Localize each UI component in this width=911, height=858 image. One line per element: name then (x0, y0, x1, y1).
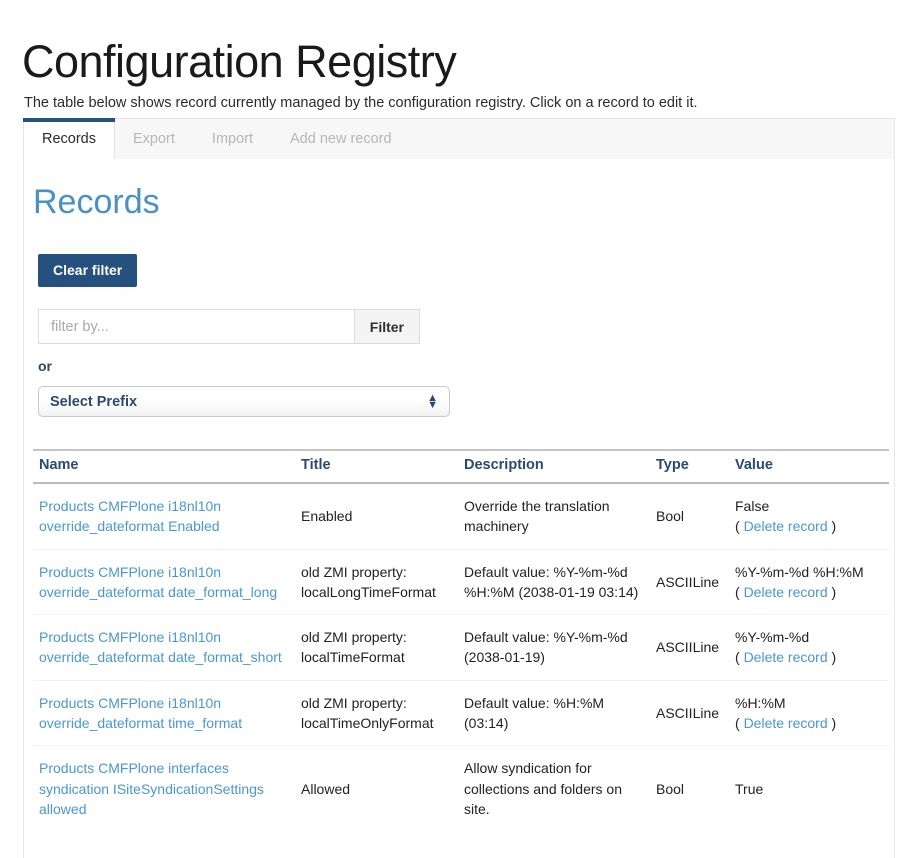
record-value-cell: True (729, 746, 889, 831)
record-type-cell: ASCIILine (650, 549, 729, 616)
table-row[interactable]: Products CMFPlone i18nl10n override_date… (33, 483, 889, 550)
record-value-cell: False ( Delete record ) (729, 483, 889, 550)
record-title-cell: old ZMI property: localTimeOnlyFormat (295, 680, 458, 747)
record-name-cell: Products CMFPlone i18nl10n override_date… (33, 680, 295, 747)
record-name-link[interactable]: Products CMFPlone i18nl10n override_date… (39, 629, 282, 665)
column-header-type: Type (650, 449, 729, 484)
record-title-cell: old ZMI property: localTimeFormat (295, 614, 458, 681)
record-value: %Y-%m-%d (735, 629, 810, 646)
record-value-cell: %Y-%m-%d %H:%M ( Delete record ) (729, 549, 889, 616)
delete-open-paren: ( (735, 715, 740, 732)
delete-record-link[interactable]: Delete record (744, 649, 828, 665)
delete-close-paren: ) (831, 583, 837, 600)
record-value: False (735, 498, 770, 514)
record-description-cell: Default value: %Y-%m-%d (2038-01-19) (458, 614, 650, 681)
select-spinner-icon: ▲ ▼ (427, 392, 438, 411)
column-header-name: Name (33, 449, 295, 484)
record-name-link[interactable]: Products CMFPlone interfaces syndication… (39, 760, 264, 817)
tab-records[interactable]: Records (23, 118, 115, 160)
table-row[interactable]: Products CMFPlone i18nl10n override_date… (33, 549, 889, 616)
delete-open-paren: ( (735, 518, 740, 535)
tab-import[interactable]: Import (194, 119, 272, 159)
record-description-cell: Allow syndication for collections and fo… (464, 760, 622, 817)
record-value: True (735, 780, 764, 797)
page-title: Configuration Registry (22, 36, 457, 88)
record-value-cell: %Y-%m-%d ( Delete record ) (729, 614, 889, 681)
table-header-row: Name Title Description Type Value (33, 449, 889, 484)
configuration-registry-page: Configuration Registry The table below s… (0, 0, 911, 858)
record-type-cell: Bool (650, 483, 729, 550)
tab-label: Import (211, 131, 254, 147)
delete-close-paren: ) (831, 649, 837, 666)
chevron-down-icon: ▼ (427, 398, 438, 411)
tab-add-new-record[interactable]: Add new record (272, 119, 411, 159)
record-value: %Y-%m-%d %H:%M (735, 563, 864, 580)
filter-input[interactable] (38, 309, 354, 344)
record-name-link[interactable]: Products CMFPlone i18nl10n override_date… (39, 564, 277, 600)
record-type-cell: Bool (656, 780, 685, 797)
delete-record-wrapper: ( Delete record ) (735, 584, 836, 600)
record-name-link[interactable]: Products CMFPlone i18nl10n override_date… (39, 498, 221, 534)
delete-close-paren: ) (831, 518, 837, 535)
table-row[interactable]: Products CMFPlone i18nl10n override_date… (33, 680, 889, 747)
record-type-cell: ASCIILine (650, 614, 729, 681)
record-name-cell: Products CMFPlone i18nl10n override_date… (33, 549, 295, 616)
table-row[interactable]: Products CMFPlone interfaces syndication… (33, 746, 889, 831)
column-header-title: Title (295, 449, 458, 484)
or-label: or (38, 358, 52, 374)
delete-record-link[interactable]: Delete record (744, 715, 828, 731)
record-description-cell: Default value: %H:%M (03:14) (458, 680, 650, 747)
records-panel: Records Clear filter Filter or Select Pr… (23, 159, 895, 858)
prefix-select-value: Select Prefix (50, 393, 138, 410)
record-name-cell: Products CMFPlone interfaces syndication… (33, 746, 295, 831)
record-value: %H:%M (735, 694, 786, 711)
column-header-value: Value (729, 449, 889, 484)
record-name-link[interactable]: Products CMFPlone i18nl10n override_date… (39, 695, 242, 731)
delete-open-paren: ( (735, 583, 740, 600)
filter-form: Filter (38, 309, 420, 344)
delete-close-paren: ) (831, 715, 837, 732)
record-description-cell: Override the translation machinery (458, 483, 650, 550)
record-type-cell: ASCIILine (650, 680, 729, 747)
delete-record-wrapper: ( Delete record ) (735, 518, 836, 534)
tab-label: Export (133, 131, 175, 147)
table-body: Products CMFPlone i18nl10n override_date… (33, 483, 889, 831)
delete-record-link[interactable]: Delete record (744, 518, 828, 534)
tab-export[interactable]: Export (115, 119, 194, 159)
records-table: Name Title Description Type Value Products C… (33, 449, 889, 831)
section-heading: Records (33, 183, 160, 221)
delete-record-link[interactable]: Delete record (744, 584, 828, 600)
record-description-cell: Default value: %Y-%m-%d %H:%M (2038-01-1… (458, 549, 650, 616)
clear-filter-button[interactable]: Clear filter (38, 254, 138, 288)
prefix-select[interactable]: Select Prefix ▲ ▼ (38, 386, 450, 417)
page-description: The table below shows record currently m… (24, 94, 698, 111)
tab-label: Add new record (290, 131, 392, 147)
column-header-description: Description (458, 449, 650, 484)
record-name-cell: Products CMFPlone i18nl10n override_date… (33, 483, 295, 550)
filter-button[interactable]: Filter (353, 309, 420, 344)
record-title-cell: old ZMI property: localLongTimeFormat (295, 549, 458, 616)
delete-record-wrapper: ( Delete record ) (735, 649, 836, 665)
delete-open-paren: ( (735, 649, 740, 666)
record-name-cell: Products CMFPlone i18nl10n override_date… (33, 614, 295, 681)
table-row[interactable]: Products CMFPlone i18nl10n override_date… (33, 614, 889, 681)
table-header: Name Title Description Type Value (33, 449, 889, 484)
tab-label: Records (42, 131, 96, 147)
record-title-cell: Enabled (295, 483, 458, 550)
record-title-cell: Allowed (301, 780, 351, 797)
delete-record-wrapper: ( Delete record ) (735, 715, 836, 731)
tab-bar: Records Export Import Add new record (23, 118, 895, 160)
record-value-cell: %H:%M ( Delete record ) (729, 680, 889, 747)
